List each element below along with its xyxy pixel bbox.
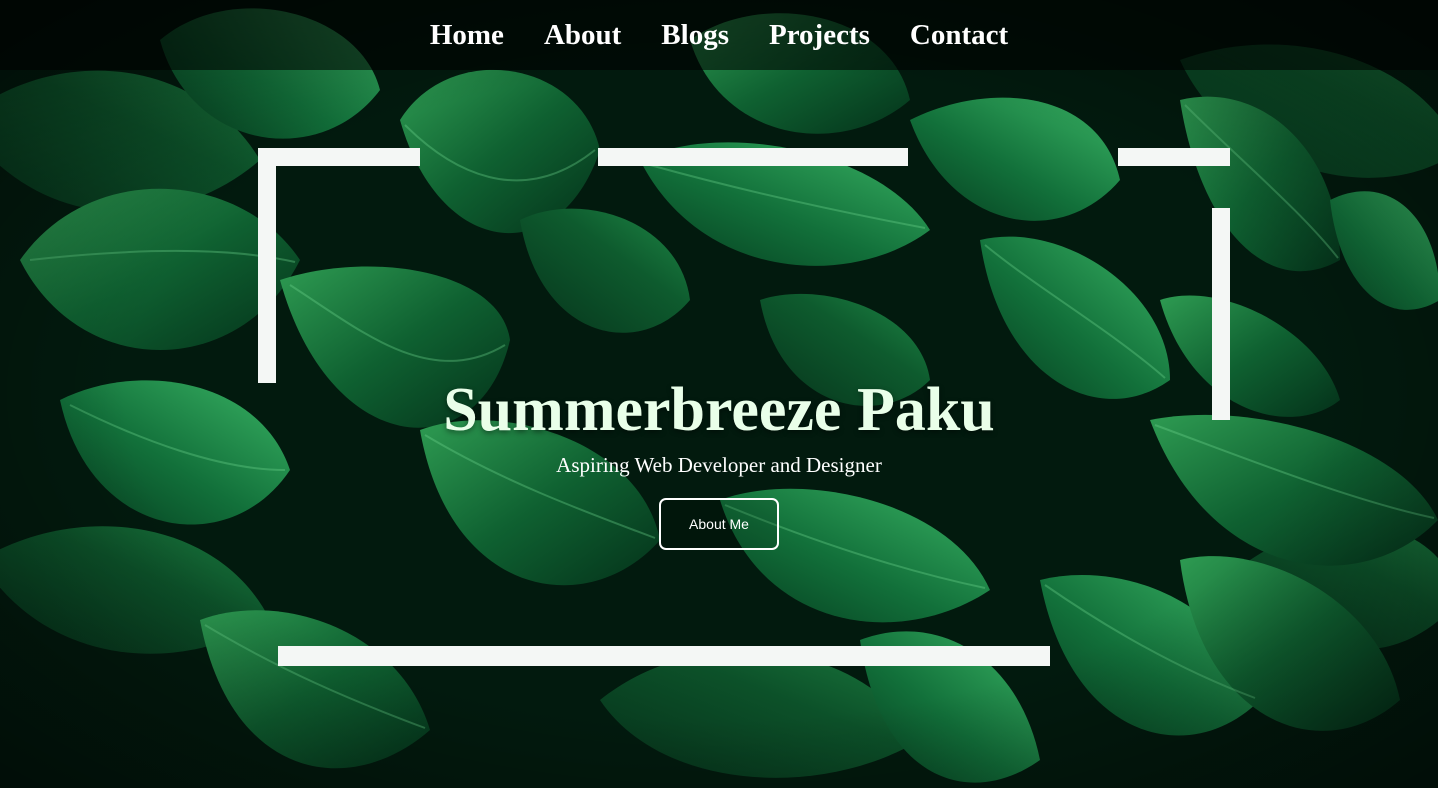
- page: Home About Blogs Projects Contact Summer…: [0, 0, 1438, 788]
- hero-subtitle: Aspiring Web Developer and Designer: [556, 453, 882, 477]
- top-navbar: Home About Blogs Projects Contact: [0, 0, 1438, 70]
- nav-about-link[interactable]: About: [524, 0, 641, 70]
- nav-contact-link[interactable]: Contact: [890, 0, 1028, 70]
- nav-projects-link[interactable]: Projects: [749, 0, 890, 70]
- nav-blogs-link[interactable]: Blogs: [641, 0, 749, 70]
- hero-section: Summerbreeze Paku Aspiring Web Developer…: [0, 372, 1438, 550]
- hero-title: Summerbreeze Paku: [443, 376, 995, 444]
- nav-home-link[interactable]: Home: [410, 0, 524, 70]
- about-me-button[interactable]: About Me: [659, 498, 779, 550]
